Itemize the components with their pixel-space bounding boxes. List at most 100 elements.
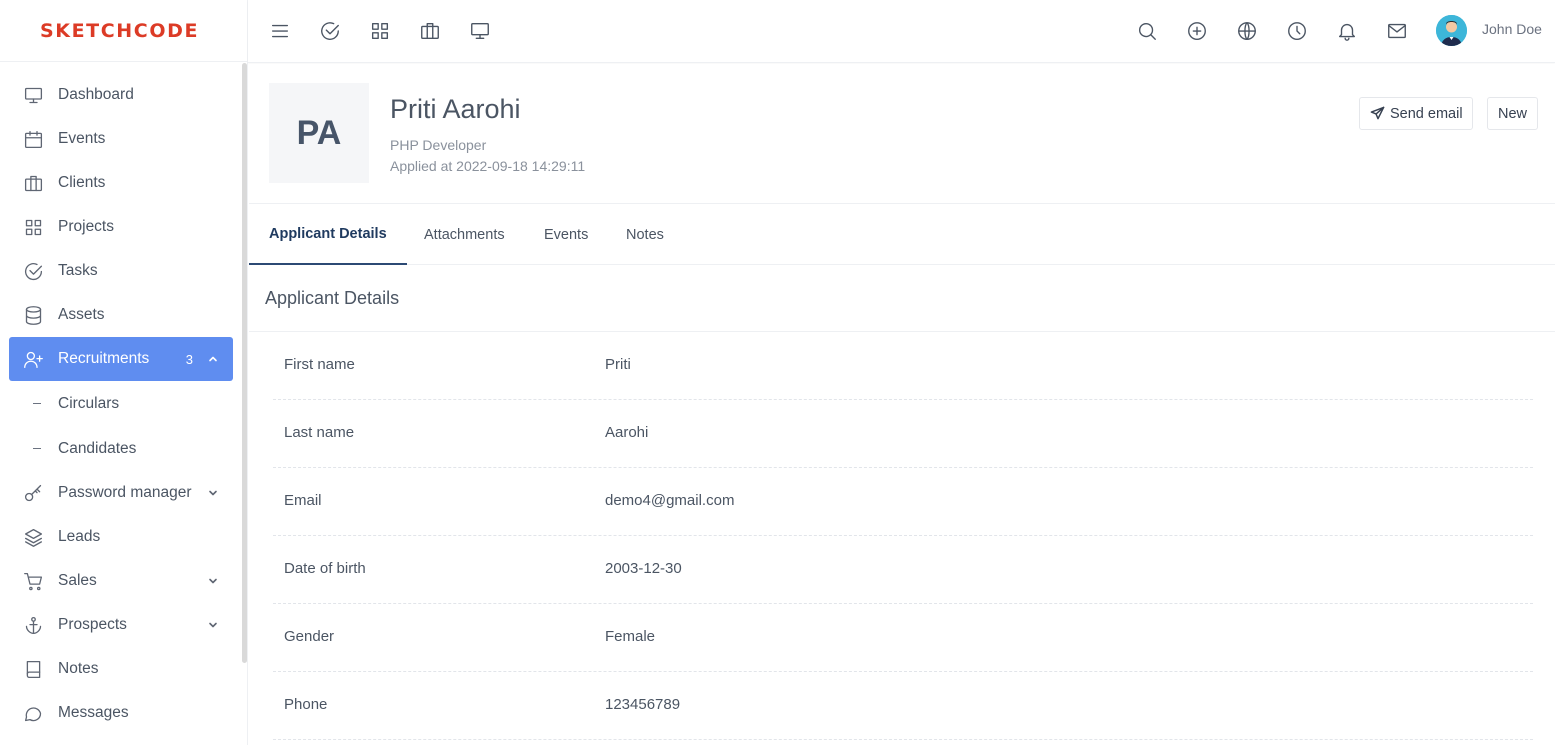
sidebar-item-assets[interactable]: Assets bbox=[9, 293, 233, 337]
count-badge: 3 bbox=[185, 351, 193, 367]
grid-icon[interactable] bbox=[369, 20, 391, 42]
cart-icon bbox=[24, 572, 43, 590]
sidebar-item-prospects[interactable]: Prospects bbox=[9, 603, 233, 647]
applied-timestamp: Applied at 2022-09-18 14:29:11 bbox=[390, 158, 586, 174]
candidate-initials-avatar: PA bbox=[269, 83, 369, 183]
sidebar-item-label: Circulars bbox=[58, 394, 120, 412]
check-circle-icon bbox=[24, 262, 43, 280]
detail-label: Email bbox=[284, 492, 322, 509]
sidebar-item-label: Notes bbox=[58, 660, 99, 677]
layers-icon bbox=[24, 528, 43, 547]
sidebar-item-leads[interactable]: Leads bbox=[9, 515, 233, 559]
applicant-details-table: First name Priti Last name Aarohi Email … bbox=[273, 332, 1533, 740]
grid-icon bbox=[25, 219, 42, 235]
main-content: PA Priti Aarohi PHP Developer Applied at… bbox=[249, 64, 1555, 745]
detail-value: Female bbox=[605, 628, 656, 645]
detail-label: First name bbox=[284, 356, 355, 373]
tab-applicant-details[interactable]: Applicant Details bbox=[249, 204, 407, 265]
sidebar-item-dashboard[interactable]: Dashboard bbox=[9, 73, 233, 117]
tab-label: Events bbox=[544, 226, 589, 243]
tab-label: Attachments bbox=[424, 226, 505, 243]
sidebar-item-events[interactable]: Events bbox=[9, 117, 233, 161]
avatar[interactable] bbox=[1436, 15, 1467, 46]
sidebar-item-clients[interactable]: Clients bbox=[9, 161, 233, 205]
sidebar-item-messages[interactable]: Messages bbox=[9, 691, 233, 735]
tab-label: Notes bbox=[626, 226, 664, 243]
sidebar-item-label: Recruitments bbox=[58, 350, 150, 367]
check-circle-icon[interactable] bbox=[319, 20, 341, 42]
sidebar-item-recruitments[interactable]: Recruitments 3 bbox=[9, 337, 233, 381]
sidebar-item-label: Candidates bbox=[58, 439, 137, 457]
detail-row: Date of birth 2003-12-30 bbox=[273, 536, 1533, 604]
detail-value: Aarohi bbox=[605, 424, 649, 441]
briefcase-icon[interactable] bbox=[419, 20, 441, 42]
candidate-role: PHP Developer bbox=[390, 137, 487, 153]
monitor-icon[interactable] bbox=[469, 20, 491, 42]
brand-name: SKETCHCODE bbox=[40, 19, 200, 42]
sidebar-nav: Dashboard Events Clients Projects Tasks … bbox=[9, 73, 233, 735]
menu-icon[interactable] bbox=[269, 20, 291, 42]
sidebar-subitem-candidates[interactable]: Candidates bbox=[9, 426, 233, 471]
sidebar-item-label: Prospects bbox=[58, 616, 127, 633]
bell-icon[interactable] bbox=[1336, 20, 1358, 42]
detail-label: Last name bbox=[284, 424, 355, 441]
detail-label: Phone bbox=[284, 696, 328, 713]
sidebar-item-label: Sales bbox=[58, 572, 97, 589]
sidebar-item-label: Tasks bbox=[58, 262, 98, 279]
message-circle-icon bbox=[24, 706, 42, 721]
sidebar-item-label: Events bbox=[58, 130, 106, 147]
sidebar-item-sales[interactable]: Sales bbox=[9, 559, 233, 603]
search-icon[interactable] bbox=[1136, 20, 1158, 42]
tab-label: Applicant Details bbox=[269, 225, 387, 242]
tab-notes[interactable]: Notes bbox=[626, 204, 664, 265]
sidebar-item-notes[interactable]: Notes bbox=[9, 647, 233, 691]
detail-value: demo4@gmail.com bbox=[605, 492, 735, 509]
key-icon bbox=[24, 484, 42, 501]
chevron-down-icon bbox=[209, 622, 217, 628]
detail-label: Date of birth bbox=[284, 560, 366, 577]
sidebar-item-label: Clients bbox=[58, 174, 106, 191]
section-title: Applicant Details bbox=[265, 288, 400, 308]
tab-events[interactable]: Events bbox=[544, 204, 588, 265]
sidebar: SKETCHCODE Dashboard Events Clients Proj… bbox=[0, 0, 248, 745]
candidate-name: Priti Aarohi bbox=[390, 94, 521, 124]
chevron-up-icon bbox=[209, 356, 217, 362]
database-icon bbox=[25, 305, 42, 325]
book-icon bbox=[26, 660, 41, 678]
sidebar-scrollbar[interactable] bbox=[242, 63, 247, 663]
detail-row: Phone 123456789 bbox=[273, 672, 1533, 740]
user-avatar-icon bbox=[1436, 15, 1467, 46]
sidebar-item-label: Dashboard bbox=[58, 86, 134, 103]
detail-value: 123456789 bbox=[605, 696, 681, 713]
monitor-icon bbox=[24, 87, 43, 103]
sidebar-item-label: Assets bbox=[58, 306, 105, 323]
detail-value: Priti bbox=[605, 356, 631, 373]
detail-row: Last name Aarohi bbox=[273, 400, 1533, 468]
sidebar-item-label: Messages bbox=[58, 704, 129, 721]
detail-row: Email demo4@gmail.com bbox=[273, 468, 1533, 536]
clock-icon[interactable] bbox=[1286, 20, 1308, 42]
detail-row: First name Priti bbox=[273, 332, 1533, 400]
send-email-button[interactable]: Send email bbox=[1359, 97, 1473, 130]
new-button[interactable]: New bbox=[1487, 97, 1538, 130]
dash-marker bbox=[33, 448, 41, 449]
send-email-label: Send email bbox=[1390, 105, 1463, 122]
tab-bar: Applicant Details Attachments Events Not… bbox=[249, 203, 1555, 265]
topbar: John Doe bbox=[248, 0, 1555, 63]
sidebar-item-label: Password manager bbox=[58, 484, 192, 501]
globe-icon[interactable] bbox=[1236, 20, 1258, 42]
anchor-icon bbox=[25, 616, 42, 634]
chevron-down-icon bbox=[209, 578, 217, 584]
tab-attachments[interactable]: Attachments bbox=[424, 204, 505, 265]
chevron-down-icon bbox=[209, 490, 217, 496]
sidebar-item-tasks[interactable]: Tasks bbox=[9, 249, 233, 293]
brand-logo[interactable]: SKETCHCODE bbox=[0, 0, 247, 62]
sidebar-item-projects[interactable]: Projects bbox=[9, 205, 233, 249]
sidebar-item-label: Projects bbox=[58, 218, 114, 235]
sidebar-item-password-manager[interactable]: Password manager bbox=[9, 471, 233, 515]
briefcase-icon bbox=[24, 175, 43, 191]
user-name[interactable]: John Doe bbox=[1482, 21, 1542, 37]
mail-icon[interactable] bbox=[1386, 20, 1408, 42]
sidebar-subitem-circulars[interactable]: Circulars bbox=[9, 381, 233, 426]
plus-circle-icon[interactable] bbox=[1186, 20, 1208, 42]
